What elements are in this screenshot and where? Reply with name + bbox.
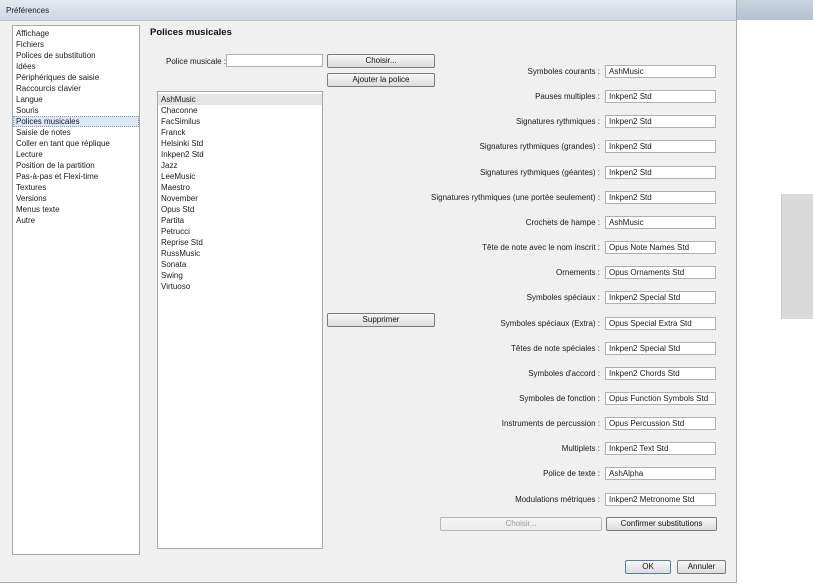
category-item[interactable]: Langue bbox=[13, 94, 139, 105]
background-side-panel bbox=[781, 194, 813, 319]
mapping-label: Symboles de fonction : bbox=[519, 394, 600, 403]
font-input[interactable] bbox=[226, 54, 323, 67]
mapping-field[interactable]: Inkpen2 Metronome Std bbox=[605, 493, 716, 506]
mapping-label: Symboles courants : bbox=[527, 67, 600, 76]
category-item[interactable]: Polices de substitution bbox=[13, 50, 139, 61]
mapping-field[interactable]: Inkpen2 Special Std bbox=[605, 291, 716, 304]
mapping-label: Police de texte : bbox=[543, 469, 600, 478]
choose-disabled-button[interactable]: Choisir... bbox=[440, 517, 602, 531]
font-list-item[interactable]: Virtuoso bbox=[158, 281, 322, 292]
mapping-field[interactable]: Opus Special Extra Std bbox=[605, 317, 716, 330]
mapping-field[interactable]: Opus Percussion Std bbox=[605, 417, 716, 430]
mapping-field[interactable]: Inkpen2 Std bbox=[605, 90, 716, 103]
mapping-field[interactable]: Inkpen2 Std bbox=[605, 191, 716, 204]
ok-button[interactable]: OK bbox=[625, 560, 671, 574]
mapping-field[interactable]: Opus Ornaments Std bbox=[605, 266, 716, 279]
mapping-label: Signatures rythmiques : bbox=[515, 117, 600, 126]
category-item[interactable]: Saisie de notes bbox=[13, 127, 139, 138]
font-list-item[interactable]: Franck bbox=[158, 127, 322, 138]
category-list[interactable]: Affichage Fichiers Polices de substitution… bbox=[12, 25, 140, 555]
mapping-label: Multiplets : bbox=[561, 444, 600, 453]
confirm-substitutions-button[interactable]: Confirmer substitutions bbox=[606, 517, 717, 531]
mapping-label: Pauses multiples : bbox=[535, 92, 600, 101]
mapping-label: Instruments de percussion : bbox=[501, 419, 600, 428]
category-item[interactable]: Affichage bbox=[13, 28, 139, 39]
mapping-field[interactable]: AshMusic bbox=[605, 65, 716, 78]
font-list-item[interactable]: Opus Std bbox=[158, 204, 322, 215]
mapping-label: Ornements : bbox=[555, 268, 600, 277]
category-item[interactable]: Autre bbox=[13, 215, 139, 226]
category-item[interactable]: Souris bbox=[13, 105, 139, 116]
choose-button[interactable]: Choisir... bbox=[327, 54, 435, 68]
font-list-item[interactable]: Petrucci bbox=[158, 226, 322, 237]
mapping-field[interactable]: AshAlpha bbox=[605, 467, 716, 480]
mapping-field[interactable]: AshMusic bbox=[605, 216, 716, 229]
preferences-dialog: Préférences Affichage Fichiers Polices de … bbox=[0, 0, 737, 583]
mapping-label: Crochets de hampe : bbox=[525, 218, 600, 227]
category-item[interactable]: Versions bbox=[13, 193, 139, 204]
category-item[interactable]: Périphériques de saisie bbox=[13, 72, 139, 83]
category-item[interactable]: Polices musicales bbox=[13, 116, 139, 127]
mapping-label: Signatures rythmiques (une portée seulem… bbox=[431, 193, 600, 202]
mapping-label: Symboles spéciaux (Extra) : bbox=[500, 319, 600, 328]
mapping-field[interactable]: Opus Function Symbols Std bbox=[605, 392, 716, 405]
category-item[interactable]: Fichiers bbox=[13, 39, 139, 50]
mapping-label: Tête de note avec le nom inscrit : bbox=[482, 243, 600, 252]
mapping-field[interactable]: Inkpen2 Std bbox=[605, 166, 716, 179]
mapping-label: Signatures rythmiques (géantes) : bbox=[479, 168, 600, 177]
mapping-label: Signatures rythmiques (grandes) : bbox=[479, 142, 601, 151]
category-item[interactable]: Menus texte bbox=[13, 204, 139, 215]
category-item[interactable]: Pas-à-pas et Flexi-time bbox=[13, 171, 139, 182]
mapping-label: Têtes de note spéciales : bbox=[511, 344, 600, 353]
mapping-field[interactable]: Inkpen2 Std bbox=[605, 140, 716, 153]
mapping-field[interactable]: Opus Note Names Std bbox=[605, 241, 716, 254]
mapping-field[interactable]: Inkpen2 Text Std bbox=[605, 442, 716, 455]
font-label: Police musicale : bbox=[166, 57, 227, 66]
mapping-label: Symboles spéciaux : bbox=[526, 293, 600, 302]
mapping-field[interactable]: Inkpen2 Chords Std bbox=[605, 367, 716, 380]
category-item[interactable]: Coller en tant que réplique bbox=[13, 138, 139, 149]
mapping-field[interactable]: Inkpen2 Std bbox=[605, 115, 716, 128]
font-list-item[interactable]: Chaconne bbox=[158, 105, 322, 116]
category-item[interactable]: Raccourcis clavier bbox=[13, 83, 139, 94]
font-list-item[interactable]: Maestro bbox=[158, 182, 322, 193]
category-item[interactable]: Textures bbox=[13, 182, 139, 193]
cancel-button[interactable]: Annuler bbox=[677, 560, 726, 574]
section-title: Polices musicales bbox=[150, 27, 232, 38]
category-item[interactable]: Position de la partition bbox=[13, 160, 139, 171]
mapping-label: Modulations métriques : bbox=[515, 495, 600, 504]
category-item[interactable]: Lecture bbox=[13, 149, 139, 160]
mapping-field[interactable]: Inkpen2 Special Std bbox=[605, 342, 716, 355]
category-item[interactable]: Idées bbox=[13, 61, 139, 72]
title-bar[interactable]: Préférences bbox=[0, 0, 736, 21]
mapping-label: Symboles d'accord : bbox=[528, 369, 600, 378]
window-title: Préférences bbox=[6, 6, 50, 15]
